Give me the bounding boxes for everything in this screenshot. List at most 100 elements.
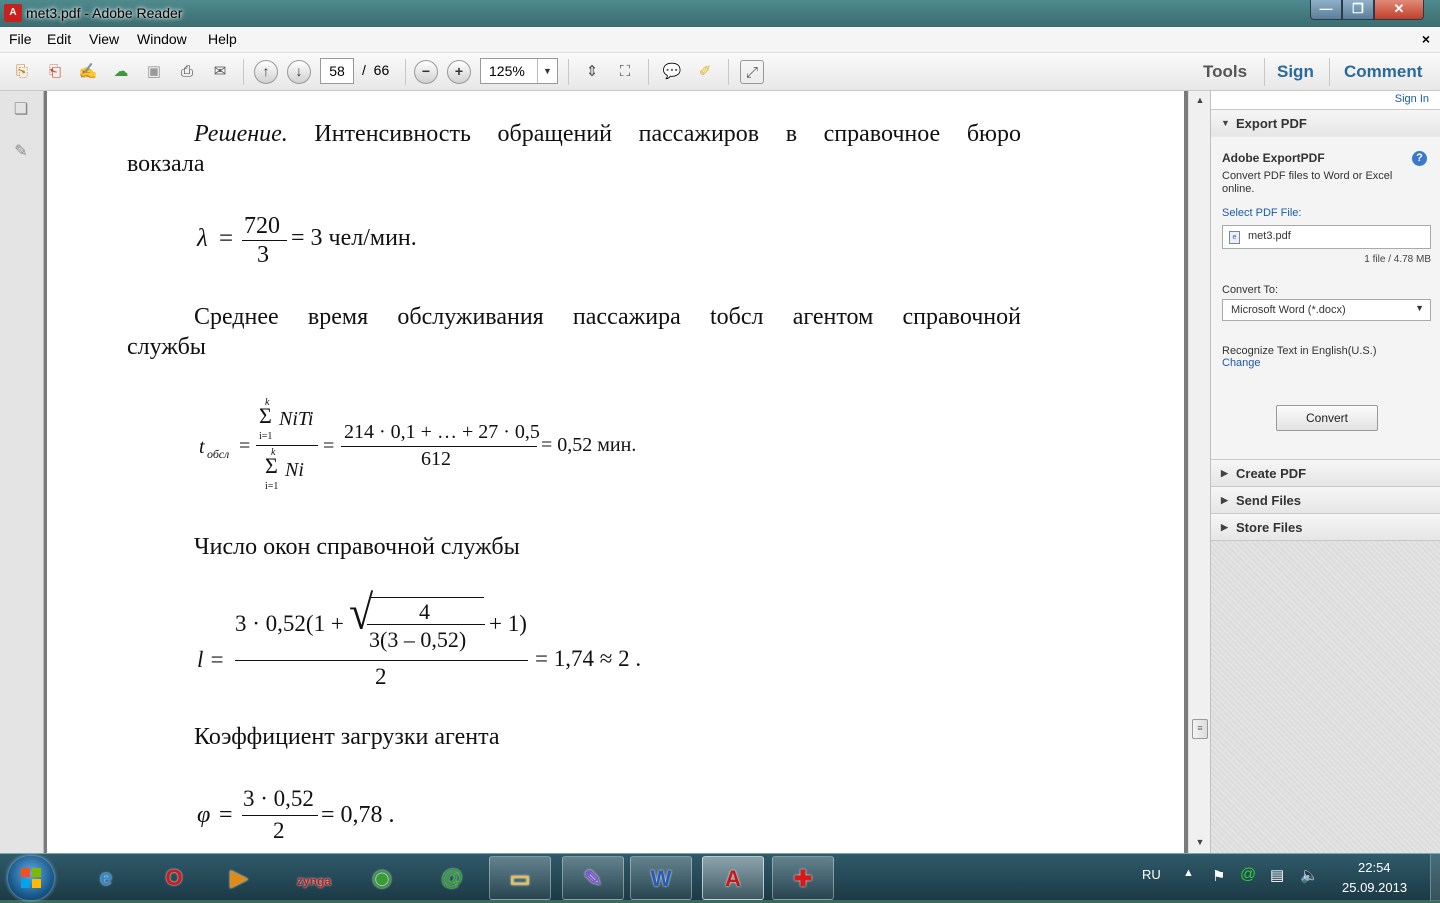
print-icon[interactable]: ⎙ <box>175 60 199 84</box>
zynga-icon[interactable]: zynga <box>283 856 345 900</box>
fraction-denominator: 2 <box>273 818 285 843</box>
menu-view[interactable]: View <box>89 31 119 47</box>
fraction-numerator: 3 · 0,52 <box>243 786 314 811</box>
adobe-reader-icon[interactable]: A <box>702 856 764 900</box>
action-center-flag-icon[interactable]: ⚑ <box>1212 867 1225 885</box>
tab-divider <box>1329 58 1330 86</box>
upload-icon[interactable]: ☁ <box>109 60 133 84</box>
previous-page-icon[interactable]: ↑ <box>254 60 278 84</box>
recognize-text-label: Recognize Text in English(U.S.) <box>1222 345 1377 357</box>
comment-icon[interactable]: 💬 <box>660 60 684 84</box>
triangle-down-icon: ▼ <box>1221 118 1230 128</box>
save-icon[interactable]: ▣ <box>142 60 166 84</box>
email-icon[interactable]: ✉ <box>208 60 232 84</box>
word-glyph: W <box>650 866 672 891</box>
tab-sign[interactable]: Sign <box>1277 62 1314 82</box>
next-page-icon[interactable]: ↓ <box>287 60 311 84</box>
convert-button[interactable]: Convert <box>1276 405 1378 431</box>
service-description-2: online. <box>1222 183 1255 195</box>
chevron-down-icon[interactable]: ▼ <box>537 59 557 83</box>
export-pdf-header[interactable]: ▼ Export PDF <box>1211 109 1440 136</box>
create-pdf-icon[interactable]: ⎘ <box>10 60 34 84</box>
menu-file[interactable]: File <box>9 31 32 47</box>
change-link[interactable]: Change <box>1222 357 1261 369</box>
highlight-icon[interactable]: ✐ <box>693 60 717 84</box>
toolbar-divider <box>728 59 729 85</box>
internet-explorer-glyph: e <box>99 865 113 890</box>
triangle-right-icon: ▶ <box>1221 522 1228 532</box>
scroll-up-icon[interactable]: ▲ <box>1189 95 1211 105</box>
zoom-in-icon[interactable]: + <box>447 60 471 84</box>
close-document-icon[interactable]: × <box>1422 31 1430 47</box>
show-desktop-button[interactable] <box>1430 854 1440 901</box>
page-number-input[interactable]: 58 <box>320 58 354 84</box>
sign-in-link[interactable]: Sign In <box>1395 93 1429 105</box>
word: tобсл <box>709 304 764 330</box>
send-files-label: Send Files <box>1236 493 1302 508</box>
paragraph-4: Коэффициент загрузки агента <box>194 724 500 750</box>
menu-help[interactable]: Help <box>208 31 237 47</box>
scroll-down-icon[interactable]: ▼ <box>1189 837 1211 847</box>
toolbar-divider <box>243 59 244 85</box>
menu-window[interactable]: Window <box>137 31 187 47</box>
service-title: Adobe ExportPDF <box>1222 151 1325 165</box>
file-selector[interactable]: e met3.pdf <box>1222 225 1431 249</box>
folder-icon[interactable]: ▭ <box>489 856 551 900</box>
document-viewport: Решение. Интенсивность обращений пассажи… <box>44 91 1188 853</box>
zoom-out-icon[interactable]: − <box>414 60 438 84</box>
paragraph-2-line-2: службы <box>127 334 206 360</box>
tab-comment[interactable]: Comment <box>1344 62 1422 82</box>
pdf-file-icon: e <box>1229 231 1240 244</box>
notes-glyph: ✎ <box>583 866 603 891</box>
maximize-button[interactable]: ❐ <box>1342 0 1374 20</box>
equals-sign: = <box>219 802 233 828</box>
attachment-icon[interactable]: ✎ <box>10 141 32 163</box>
volume-icon[interactable]: 🔈 <box>1300 866 1319 884</box>
triangle-right-icon: ▶ <box>1221 468 1228 478</box>
full-screen-icon[interactable]: ⤢ <box>740 60 764 84</box>
tray-expand-icon[interactable]: ▲ <box>1183 867 1194 879</box>
pane-header: Sign In <box>1211 91 1440 109</box>
select-file-label: Select PDF File: <box>1222 207 1302 219</box>
close-button[interactable]: ✕ <box>1374 0 1424 20</box>
mail-agent-tray-icon[interactable]: @ <box>1240 866 1256 884</box>
create-pdf-header[interactable]: ▶ Create PDF <box>1211 459 1440 486</box>
window-title: met3.pdf - Adobe Reader <box>26 5 183 21</box>
zoom-value: 125% <box>489 63 525 79</box>
internet-explorer-icon[interactable]: e <box>75 856 137 900</box>
media-player-icon[interactable]: ▶ <box>208 856 270 900</box>
store-files-header[interactable]: ▶ Store Files <box>1211 513 1440 540</box>
network-icon[interactable]: ▤ <box>1270 866 1284 884</box>
clock-time[interactable]: 22:54 <box>1358 860 1391 875</box>
chevron-down-icon: ▼ <box>1415 303 1424 313</box>
page-thumbnails-icon[interactable]: ❏ <box>10 99 32 121</box>
notes-icon[interactable]: ✎ <box>562 856 624 900</box>
opera-icon[interactable]: O <box>143 856 205 900</box>
page-separator: / <box>362 62 366 78</box>
fit-page-icon[interactable]: ⛶ <box>613 60 637 84</box>
fill-sign-icon[interactable]: ✍ <box>76 60 100 84</box>
denominator-term: Ni <box>285 459 304 481</box>
fit-width-icon[interactable]: ⇕ <box>580 60 604 84</box>
tab-tools[interactable]: Tools <box>1203 62 1247 82</box>
language-indicator[interactable]: RU <box>1142 867 1161 882</box>
word-icon[interactable]: W <box>630 856 692 900</box>
clock-date[interactable]: 25.09.2013 <box>1342 880 1407 895</box>
minimize-button[interactable]: — <box>1310 0 1342 20</box>
chrome-icon[interactable]: ◉ <box>351 856 413 900</box>
result: = 0,78 . <box>321 802 395 828</box>
edit-pdf-icon[interactable]: ⎗ <box>43 60 67 84</box>
result: = 3 чел/мин. <box>291 225 417 251</box>
send-files-header[interactable]: ▶ Send Files <box>1211 486 1440 513</box>
red-app-icon[interactable]: ✚ <box>772 856 834 900</box>
convert-format-select[interactable]: Microsoft Word (*.docx) ▼ <box>1222 299 1431 321</box>
help-icon[interactable]: ? <box>1412 151 1427 166</box>
mail-agent-icon[interactable]: @ <box>421 856 483 900</box>
vertical-scrollbar[interactable]: ▲ ≡ ▼ <box>1188 91 1210 853</box>
scroll-thumb[interactable]: ≡ <box>1192 719 1208 739</box>
start-button[interactable] <box>8 856 54 900</box>
result: = 0,52 мин. <box>541 434 637 456</box>
file-name: met3.pdf <box>1248 230 1291 242</box>
zoom-select[interactable]: 125% ▼ <box>480 58 558 84</box>
menu-edit[interactable]: Edit <box>47 31 71 47</box>
